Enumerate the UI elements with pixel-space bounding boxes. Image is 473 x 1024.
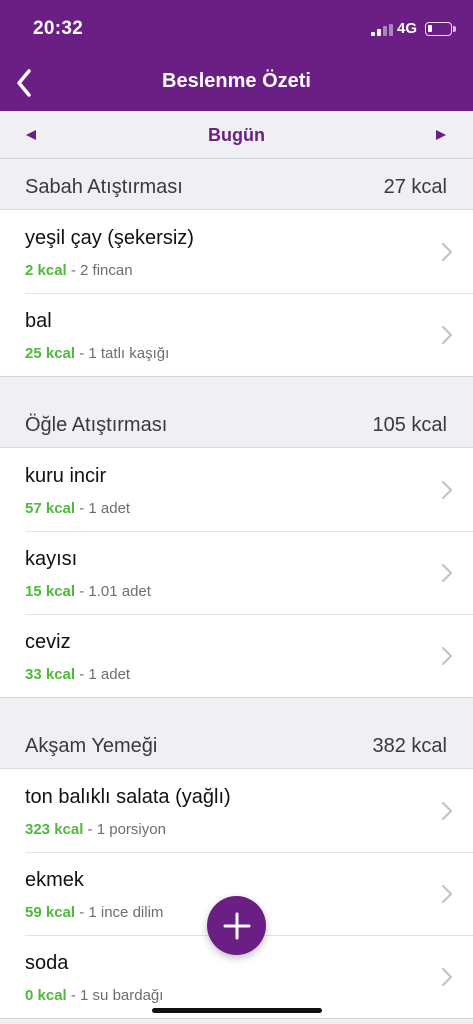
network-type: 4G bbox=[397, 20, 418, 37]
chevron-right-icon bbox=[441, 967, 453, 987]
food-portion: - 1 porsiyon bbox=[83, 821, 166, 838]
battery-tip bbox=[453, 26, 456, 32]
chevron-right-icon bbox=[441, 242, 453, 262]
section-spacer bbox=[0, 377, 473, 398]
food-detail: 323 kcal - 1 porsiyon bbox=[25, 821, 166, 838]
meal-total-kcal: 382 kcal bbox=[372, 735, 448, 757]
meal-title: Öğle Atıştırması bbox=[25, 414, 168, 436]
selected-date[interactable]: Bugün bbox=[0, 125, 473, 146]
food-portion: - 1 tatlı kaşığı bbox=[75, 345, 170, 362]
food-name: ton balıklı salata (yağlı) bbox=[25, 786, 231, 808]
food-portion: - 1.01 adet bbox=[75, 583, 151, 600]
food-name: kuru incir bbox=[25, 465, 107, 487]
food-kcal: 15 kcal bbox=[25, 583, 76, 600]
battery-icon bbox=[425, 22, 452, 36]
status-time: 20:32 bbox=[33, 18, 84, 39]
food-portion: - 2 fincan bbox=[66, 262, 133, 279]
food-kcal: 59 kcal bbox=[25, 904, 76, 921]
food-list: kuru incir 57 kcal - 1 adet kayısı 15 kc… bbox=[0, 448, 473, 698]
food-row[interactable]: ton balıklı salata (yağlı) 323 kcal - 1 … bbox=[0, 769, 473, 852]
section-spacer bbox=[0, 698, 473, 719]
food-detail: 25 kcal - 1 tatlı kaşığı bbox=[25, 345, 169, 362]
food-name: bal bbox=[25, 310, 52, 332]
meal-section-header: Sabah Atıştırması 27 kcal bbox=[0, 160, 473, 210]
home-indicator bbox=[152, 1008, 322, 1013]
food-row[interactable]: ceviz 33 kcal - 1 adet bbox=[0, 614, 473, 697]
food-detail: 33 kcal - 1 adet bbox=[25, 666, 130, 683]
food-kcal: 0 kcal bbox=[25, 987, 67, 1004]
chevron-right-icon bbox=[441, 563, 453, 583]
food-kcal: 2 kcal bbox=[25, 262, 67, 279]
food-row[interactable]: bal 25 kcal - 1 tatlı kaşığı bbox=[0, 293, 473, 376]
food-detail: 57 kcal - 1 adet bbox=[25, 500, 130, 517]
meal-title: Akşam Yemeği bbox=[25, 735, 158, 757]
meal-section-header: Öğle Atıştırması 105 kcal bbox=[0, 398, 473, 448]
food-list: yeşil çay (şekersiz) 2 kcal - 2 fincan b… bbox=[0, 210, 473, 377]
meal-total-kcal: 27 kcal bbox=[383, 176, 447, 198]
food-kcal: 323 kcal bbox=[25, 821, 84, 838]
meal-sections: Sabah Atıştırması 27 kcal yeşil çay (şek… bbox=[0, 160, 473, 1019]
food-detail: 2 kcal - 2 fincan bbox=[25, 262, 133, 279]
chevron-right-icon bbox=[441, 325, 453, 345]
food-portion: - 1 ince dilim bbox=[75, 904, 164, 921]
app-header: 20:32 4G Beslenme Özeti bbox=[0, 0, 473, 111]
food-portion: - 1 su bardağı bbox=[66, 987, 164, 1004]
chevron-right-icon bbox=[441, 646, 453, 666]
status-bar: 20:32 4G bbox=[0, 0, 473, 58]
food-detail: 59 kcal - 1 ince dilim bbox=[25, 904, 163, 921]
food-row[interactable]: kayısı 15 kcal - 1.01 adet bbox=[0, 531, 473, 614]
food-detail: 15 kcal - 1.01 adet bbox=[25, 583, 151, 600]
food-row[interactable]: kuru incir 57 kcal - 1 adet bbox=[0, 448, 473, 531]
plus-icon bbox=[223, 912, 250, 939]
food-name: ceviz bbox=[25, 631, 71, 653]
food-name: kayısı bbox=[25, 548, 78, 570]
meal-title: Sabah Atıştırması bbox=[25, 176, 183, 198]
chevron-right-icon bbox=[441, 884, 453, 904]
food-detail: 0 kcal - 1 su bardağı bbox=[25, 987, 163, 1004]
meal-section-header: Akşam Yemeği 382 kcal bbox=[0, 719, 473, 769]
food-kcal: 33 kcal bbox=[25, 666, 76, 683]
food-row[interactable]: yeşil çay (şekersiz) 2 kcal - 2 fincan bbox=[0, 210, 473, 293]
meal-total-kcal: 105 kcal bbox=[372, 414, 448, 436]
chevron-right-icon bbox=[441, 480, 453, 500]
food-portion: - 1 adet bbox=[75, 500, 131, 517]
food-name: ekmek bbox=[25, 869, 84, 891]
food-name: yeşil çay (şekersiz) bbox=[25, 227, 194, 249]
add-food-button[interactable] bbox=[207, 896, 266, 955]
food-kcal: 57 kcal bbox=[25, 500, 76, 517]
food-portion: - 1 adet bbox=[75, 666, 131, 683]
chevron-right-icon bbox=[441, 801, 453, 821]
food-name: soda bbox=[25, 952, 69, 974]
page-title: Beslenme Özeti bbox=[162, 70, 311, 92]
food-kcal: 25 kcal bbox=[25, 345, 76, 362]
food-list: ton balıklı salata (yağlı) 323 kcal - 1 … bbox=[0, 769, 473, 1019]
cellular-signal-icon bbox=[371, 24, 393, 36]
